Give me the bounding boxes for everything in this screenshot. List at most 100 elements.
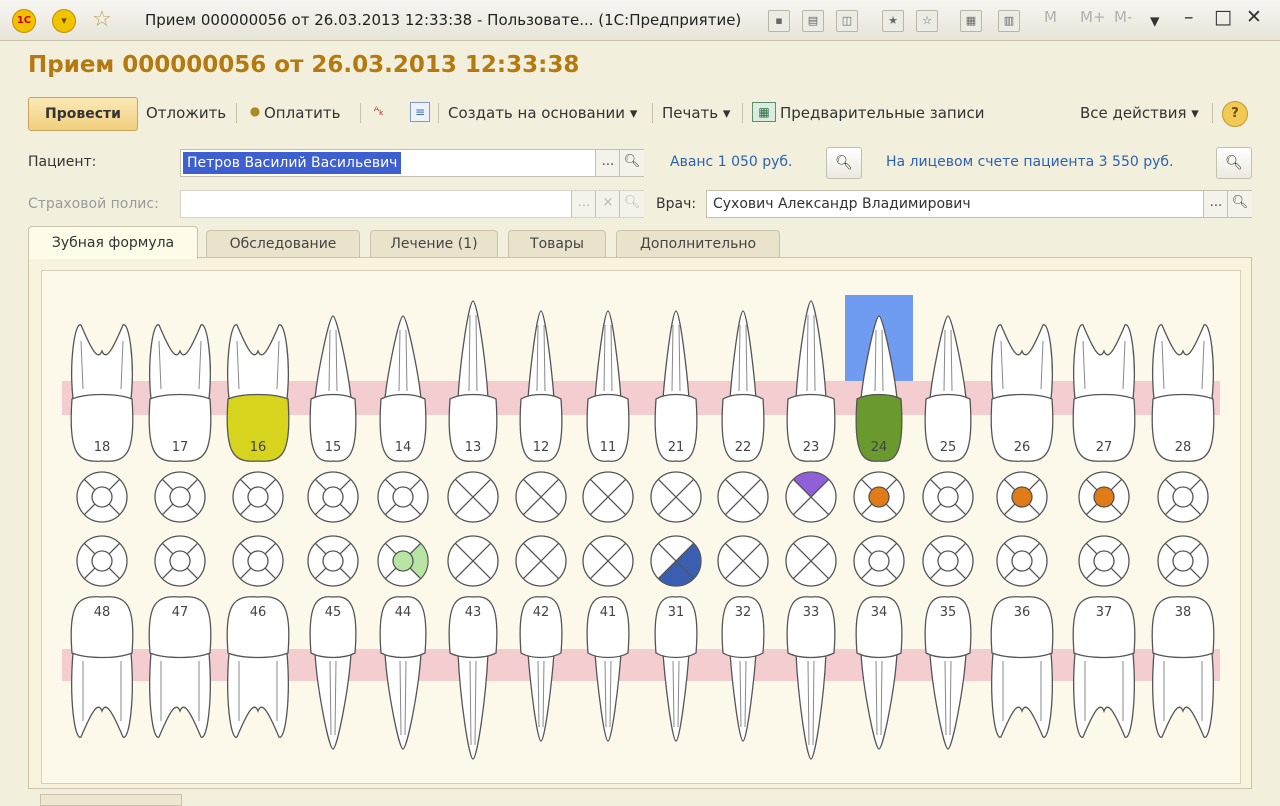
memory-plus-button[interactable]: M+ [1080, 8, 1106, 26]
tooth-34[interactable]: 34 [855, 596, 903, 750]
surface-diagram-44-lower[interactable] [377, 535, 429, 587]
search-icon[interactable]: 🔍︎ [1227, 191, 1252, 217]
calendar-icon[interactable]: ▥ [998, 10, 1020, 32]
search-icon[interactable]: 🔍︎ [619, 191, 644, 217]
surface-diagram-22-upper[interactable] [717, 471, 769, 523]
account-balance-link[interactable]: На лицевом счете пациента 3 550 руб. [886, 154, 1173, 170]
surface-diagram-46-lower[interactable] [232, 535, 284, 587]
select-button[interactable]: ... [1203, 191, 1228, 217]
surface-diagram-33-lower[interactable] [785, 535, 837, 587]
tooth-24[interactable]: 24 [845, 295, 913, 462]
surface-diagram-42-lower[interactable] [515, 535, 567, 587]
tab-dental-formula[interactable]: Зубная формула [28, 226, 198, 259]
report-icon[interactable]: ≡ [410, 102, 430, 122]
tooth-14[interactable]: 14 [379, 315, 427, 462]
surface-diagram-24-upper[interactable] [853, 471, 905, 523]
tooth-16[interactable]: 16 [226, 324, 290, 462]
tab-examination[interactable]: Обследование [206, 230, 360, 258]
tooth-18[interactable]: 18 [70, 324, 134, 462]
all-actions-button[interactable]: Все действия ▾ [1080, 104, 1199, 122]
surface-diagram-26-upper[interactable] [996, 471, 1048, 523]
tooth-38[interactable]: 38 [1151, 596, 1215, 738]
surface-diagram-17-upper[interactable] [154, 471, 206, 523]
surface-center [169, 550, 191, 572]
memory-minus-button[interactable]: M- [1114, 8, 1132, 26]
favorite-star-icon[interactable]: ☆ [92, 7, 112, 33]
postpone-button[interactable]: Отложить [146, 104, 226, 122]
bookmark-icon[interactable]: ☆ [916, 10, 938, 32]
tooth-48[interactable]: 48 [70, 596, 134, 738]
surface-diagram-25-upper[interactable] [922, 471, 974, 523]
surface-diagram-47-lower[interactable] [154, 535, 206, 587]
surface-diagram-15-upper[interactable] [307, 471, 359, 523]
surface-diagram-37-lower[interactable] [1078, 535, 1130, 587]
document-movements-icon[interactable]: ᴬₖ [370, 102, 388, 120]
tooth-44[interactable]: 44 [379, 596, 427, 750]
clear-icon[interactable]: × [595, 191, 620, 217]
preliminary-records-button[interactable]: Предварительные записи [780, 104, 984, 122]
preview-icon[interactable]: ◫ [836, 10, 858, 32]
search-icon[interactable]: 🔍︎ [619, 150, 644, 176]
surface-diagram-23-upper[interactable] [785, 471, 837, 523]
tooth-35[interactable]: 35 [924, 596, 972, 750]
tab-treatment[interactable]: Лечение (1) [370, 230, 498, 258]
select-button[interactable]: ... [571, 191, 596, 217]
surface-diagram-31-lower[interactable] [650, 535, 702, 587]
surface-diagram-18-upper[interactable] [76, 471, 128, 523]
tooth-28[interactable]: 28 [1151, 324, 1215, 462]
select-button[interactable]: ... [595, 150, 620, 176]
tab-additional[interactable]: Дополнительно [616, 230, 780, 258]
tooth-36[interactable]: 36 [990, 596, 1054, 738]
maximize-icon[interactable]: □ [1214, 6, 1232, 28]
surface-diagram-34-lower[interactable] [853, 535, 905, 587]
tab-goods[interactable]: Товары [508, 230, 606, 258]
create-based-on-button[interactable]: Создать на основании ▾ [448, 104, 637, 122]
surface-diagram-35-lower[interactable] [922, 535, 974, 587]
surface-diagram-36-lower[interactable] [996, 535, 1048, 587]
advance-link[interactable]: Аванс 1 050 руб. [670, 154, 793, 170]
chevron-down-icon[interactable]: ▾ [1150, 10, 1160, 32]
surface-diagram-16-upper[interactable] [232, 471, 284, 523]
surface-diagram-14-upper[interactable] [377, 471, 429, 523]
app-logo-icon[interactable]: 1С [12, 9, 36, 33]
patient-field[interactable]: Петров Василий Васильевич ... 🔍︎ [180, 149, 644, 177]
tooth-27[interactable]: 27 [1072, 324, 1136, 462]
surface-diagram-43-lower[interactable] [447, 535, 499, 587]
pay-button[interactable]: Оплатить [264, 104, 340, 122]
surface-diagram-11-upper[interactable] [582, 471, 634, 523]
surface-diagram-48-lower[interactable] [76, 535, 128, 587]
tooth-root [384, 652, 422, 750]
surface-diagram-45-lower[interactable] [307, 535, 359, 587]
insurance-policy-field[interactable]: ... × 🔍︎ [180, 190, 644, 218]
tooth-37[interactable]: 37 [1072, 596, 1136, 738]
doctor-field[interactable]: Сухович Александр Владимирович ... 🔍︎ [706, 190, 1252, 218]
close-icon[interactable]: ✕ [1246, 6, 1262, 28]
surface-diagram-41-lower[interactable] [582, 535, 634, 587]
tooth-17[interactable]: 17 [148, 324, 212, 462]
search-icon[interactable]: 🔍︎ [1216, 147, 1252, 179]
calculator-icon[interactable]: ▦ [960, 10, 982, 32]
tooth-46[interactable]: 46 [226, 596, 290, 738]
surface-diagram-13-upper[interactable] [447, 471, 499, 523]
search-icon[interactable]: 🔍︎ [826, 147, 862, 179]
tooth-26[interactable]: 26 [990, 324, 1054, 462]
add-favorite-icon[interactable]: ★ [882, 10, 904, 32]
surface-diagram-38-lower[interactable] [1157, 535, 1209, 587]
main-menu-button[interactable]: ▾ [52, 9, 76, 33]
post-button[interactable]: Провести [28, 97, 138, 131]
surface-diagram-32-lower[interactable] [717, 535, 769, 587]
surface-diagram-12-upper[interactable] [515, 471, 567, 523]
print-icon[interactable]: ▤ [802, 10, 824, 32]
tooth-15[interactable]: 15 [309, 315, 357, 462]
help-button[interactable]: ? [1222, 101, 1248, 127]
tooth-25[interactable]: 25 [924, 315, 972, 462]
tooth-45[interactable]: 45 [309, 596, 357, 750]
minimize-icon[interactable]: – [1184, 6, 1194, 28]
surface-diagram-27-upper[interactable] [1078, 471, 1130, 523]
print-button[interactable]: Печать ▾ [662, 104, 730, 122]
memory-button[interactable]: M [1044, 8, 1057, 26]
save-icon[interactable]: ▪ [768, 10, 790, 32]
surface-diagram-21-upper[interactable] [650, 471, 702, 523]
surface-diagram-28-upper[interactable] [1157, 471, 1209, 523]
tooth-47[interactable]: 47 [148, 596, 212, 738]
